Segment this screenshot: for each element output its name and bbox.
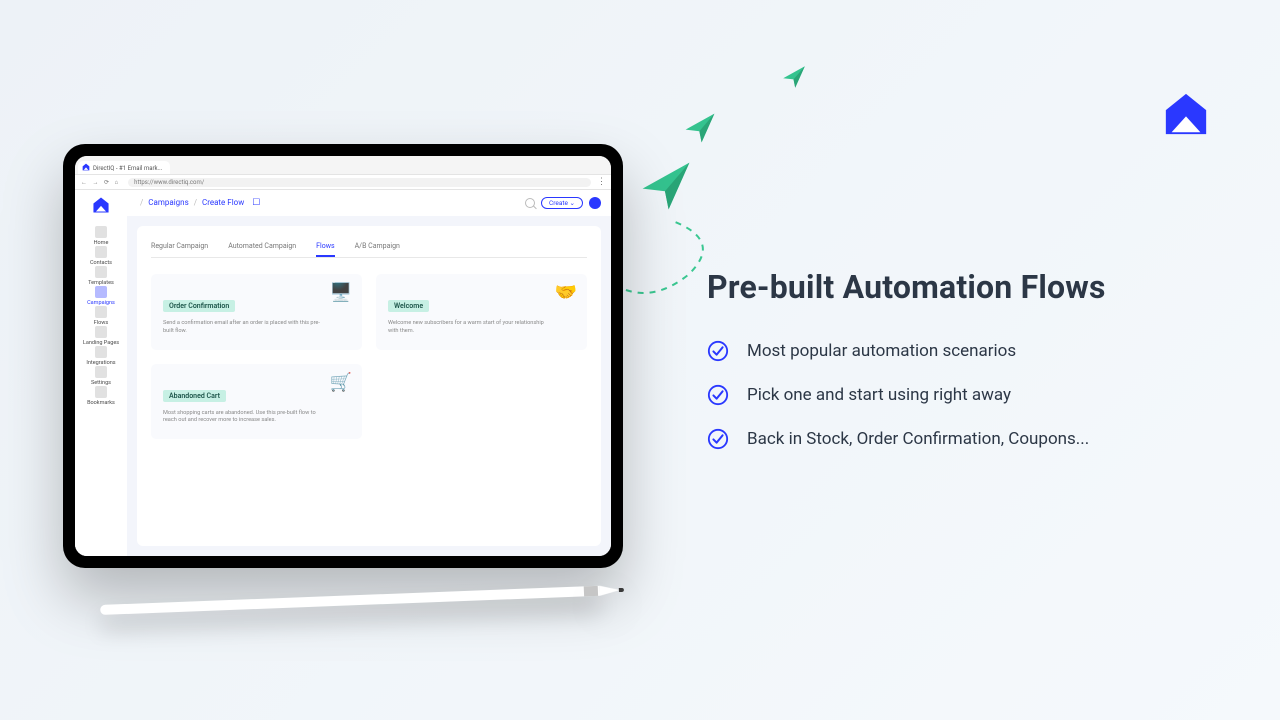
- forward-icon[interactable]: →: [93, 179, 99, 186]
- sidebar-item-settings[interactable]: Settings: [83, 366, 119, 386]
- search-icon[interactable]: [525, 198, 535, 208]
- browser-tab-title: DirectIQ - #1 Email mark...: [93, 165, 162, 172]
- sidebar-icon: [95, 306, 107, 318]
- sidebar-icon: [95, 246, 107, 258]
- promo-title: Pre-built Automation Flows: [707, 268, 1207, 306]
- sidebar-item-bookmarks[interactable]: Bookmarks: [83, 386, 119, 406]
- card-icon: 🤝: [555, 282, 577, 303]
- sidebar-icon: [95, 326, 107, 338]
- tab-flows[interactable]: Flows: [316, 238, 334, 257]
- check-circle-icon: [707, 340, 729, 362]
- card-title: Abandoned Cart: [163, 390, 226, 402]
- card-description: Most shopping carts are abandoned. Use t…: [163, 410, 322, 426]
- sidebar-item-integrations[interactable]: Integrations: [83, 346, 119, 366]
- card-icon: 🛒: [330, 372, 352, 393]
- card-description: Welcome new subscribers for a warm start…: [388, 320, 547, 336]
- tablet-mockup: DirectIQ - #1 Email mark... ← → ⟳ ⌂ http…: [63, 144, 623, 568]
- reload-icon[interactable]: ⟳: [104, 179, 109, 186]
- avatar[interactable]: [589, 197, 601, 209]
- check-item: Most popular automation scenarios: [707, 340, 1207, 362]
- check-circle-icon: [707, 428, 729, 450]
- sidebar-item-home[interactable]: Home: [83, 226, 119, 246]
- paper-plane-icon: [684, 112, 716, 144]
- check-item: Pick one and start using right away: [707, 384, 1207, 406]
- address-bar[interactable]: https://www.directiq.com/: [128, 178, 591, 187]
- card-title: Order Confirmation: [163, 300, 235, 312]
- tab-automated-campaign[interactable]: Automated Campaign: [228, 238, 296, 257]
- sidebar-icon: [95, 366, 107, 378]
- flow-card-welcome[interactable]: 🤝 Welcome Welcome new subscribers for a wa…: [376, 274, 587, 350]
- app-logo[interactable]: [92, 196, 110, 218]
- sidebar-item-flows[interactable]: Flows: [83, 306, 119, 326]
- sidebar-icon: [95, 226, 107, 238]
- back-icon[interactable]: ←: [81, 179, 87, 186]
- sidebar-item-campaigns[interactable]: Campaigns: [83, 286, 119, 306]
- tab-a-b-campaign[interactable]: A/B Campaign: [355, 238, 400, 257]
- tab-regular-campaign[interactable]: Regular Campaign: [151, 238, 208, 257]
- flow-card-abandoned-cart[interactable]: 🛒 Abandoned Cart Most shopping carts are a…: [151, 364, 362, 440]
- sidebar-icon: [95, 286, 107, 298]
- browser-menu-icon[interactable]: ⋮: [597, 177, 605, 187]
- paper-plane-icon: [640, 160, 692, 212]
- check-item: Back in Stock, Order Confirmation, Coupo…: [707, 428, 1207, 450]
- check-circle-icon: [707, 384, 729, 406]
- sidebar-icon: [95, 386, 107, 398]
- create-button[interactable]: Create ⌄: [541, 197, 583, 209]
- sidebar-item-landing-pages[interactable]: Landing Pages: [83, 326, 119, 346]
- flow-card-order-confirmation[interactable]: 🖥️ Order Confirmation Send a confirmation …: [151, 274, 362, 350]
- card-description: Send a confirmation email after an order…: [163, 320, 322, 336]
- breadcrumb-item[interactable]: Campaigns: [148, 198, 188, 207]
- sidebar-icon: [95, 346, 107, 358]
- card-icon: 🖥️: [330, 282, 352, 303]
- card-title: Welcome: [388, 300, 429, 312]
- sidebar-item-templates[interactable]: Templates: [83, 266, 119, 286]
- favicon-icon: [82, 163, 90, 173]
- stylus-decoration: [100, 575, 621, 621]
- browser-tab-strip: DirectIQ - #1 Email mark...: [75, 156, 611, 174]
- bookmark-icon[interactable]: ☐: [252, 198, 260, 208]
- sidebar-icon: [95, 266, 107, 278]
- sidebar-item-contacts[interactable]: Contacts: [83, 246, 119, 266]
- browser-tab[interactable]: DirectIQ - #1 Email mark...: [78, 161, 170, 174]
- breadcrumb-item[interactable]: Create Flow: [202, 198, 244, 207]
- home-icon[interactable]: ⌂: [115, 179, 119, 186]
- breadcrumb: / Campaigns / Create Flow ☐: [137, 198, 260, 208]
- paper-plane-icon: [782, 65, 806, 89]
- sidebar-item-label: Bookmarks: [87, 400, 115, 406]
- brand-logo: [1162, 90, 1210, 142]
